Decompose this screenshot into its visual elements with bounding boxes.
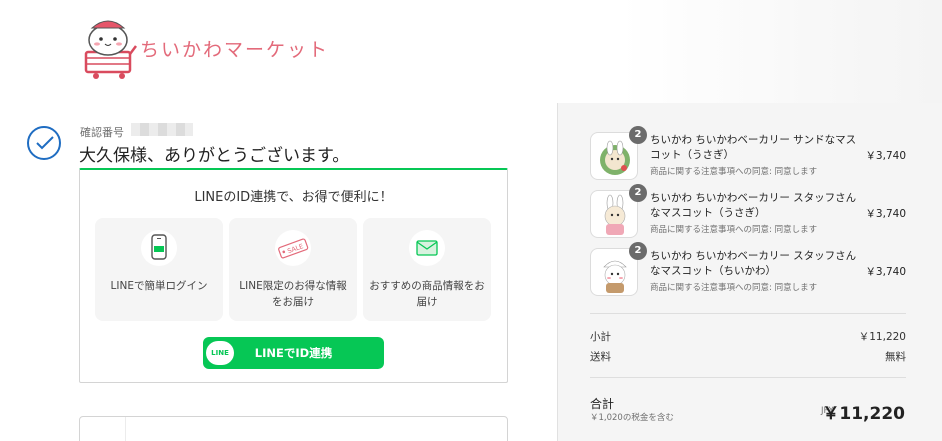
summary-divider [590, 377, 906, 378]
thank-you-heading: 大久保様、ありがとうございます。 [79, 146, 350, 166]
shipping-value: 無料 [885, 351, 906, 363]
item-name: ちいかわ ちいかわベーカリー スタッフさんなマスコット（ちいかわ） [650, 250, 857, 277]
shipping-label: 送料 [590, 351, 611, 363]
order-item: 2 ちいかわ ちいかわベーカリー スタッフさんなマスコット（ちいかわ） 商品に関… [590, 242, 930, 298]
line-benefit-card: LINEで簡単ログイン [95, 218, 223, 321]
tax-note: ￥1,020の税金を含む [590, 413, 674, 423]
line-promo-title: LINEのID連携で、お得で便利に！ [194, 190, 393, 205]
sale-tag-icon: SALE [275, 230, 311, 266]
line-id-link-button-label: LINEでID連携 [254, 346, 333, 360]
order-summary-panel: 2 ちいかわ ちいかわベーカリー サンドなマスコット（うさぎ） 商品に関する注意… [557, 103, 942, 441]
item-price: ￥3,740 [865, 208, 906, 220]
phone-login-icon [141, 230, 177, 266]
check-circle-icon [27, 126, 61, 160]
order-item: 2 ちいかわ ちいかわベーカリー サンドなマスコット（うさぎ） 商品に関する注意… [590, 126, 930, 182]
subtotal-label: 小計 [590, 331, 611, 343]
quantity-badge: 2 [629, 184, 647, 202]
mail-icon [409, 230, 445, 266]
site-header: ちいかわマーケット [0, 0, 942, 103]
item-note: 商品に関する注意事項への同意: 同意します [650, 167, 818, 177]
line-promo-box: LINEのID連携で、お得で便利に！ LINEで簡単ログイン SALE LINE… [79, 168, 508, 383]
item-name: ちいかわ ちいかわベーカリー スタッフさんなマスコット（うさぎ） [650, 192, 857, 219]
confirmation-number-label: 確認番号 [80, 126, 124, 139]
line-benefit-card: おすすめの商品情報をお届け [363, 218, 491, 321]
confirmation-number-redacted [131, 123, 193, 136]
subtotal-value: ￥11,220 [858, 331, 906, 343]
shipping-row: 送料 無料 [590, 349, 906, 364]
quantity-badge: 2 [629, 126, 647, 144]
item-name: ちいかわ ちいかわベーカリー サンドなマスコット（うさぎ） [650, 134, 857, 161]
item-note: 商品に関する注意事項への同意: 同意します [650, 225, 818, 235]
quantity-badge: 2 [629, 242, 647, 260]
logo-text: ちいかわマーケット [140, 39, 330, 61]
item-note: 商品に関する注意事項への同意: 同意します [650, 283, 818, 293]
summary-divider [590, 313, 906, 314]
item-price: ￥3,740 [865, 266, 906, 278]
line-id-link-button[interactable]: LINE LINEでID連携 [203, 337, 384, 369]
next-section-box [79, 416, 508, 441]
line-benefit-label: LINE限定のお得な情報をお届け [239, 280, 347, 308]
line-logo-icon: LINE [206, 341, 234, 365]
item-price: ￥3,740 [865, 150, 906, 162]
total-value: ￥11,220 [822, 404, 905, 424]
line-benefit-card: SALE LINE限定のお得な情報をお届け [229, 218, 357, 321]
line-benefit-label: LINEで簡単ログイン [110, 280, 208, 292]
total-label: 合計 [590, 397, 615, 411]
line-benefit-label: おすすめの商品情報をお届け [369, 280, 485, 308]
subtotal-row: 小計 ￥11,220 [590, 329, 906, 344]
header-background [620, 0, 942, 103]
next-section-divider [125, 417, 126, 441]
order-item: 2 ちいかわ ちいかわベーカリー スタッフさんなマスコット（うさぎ） 商品に関す… [590, 184, 930, 240]
